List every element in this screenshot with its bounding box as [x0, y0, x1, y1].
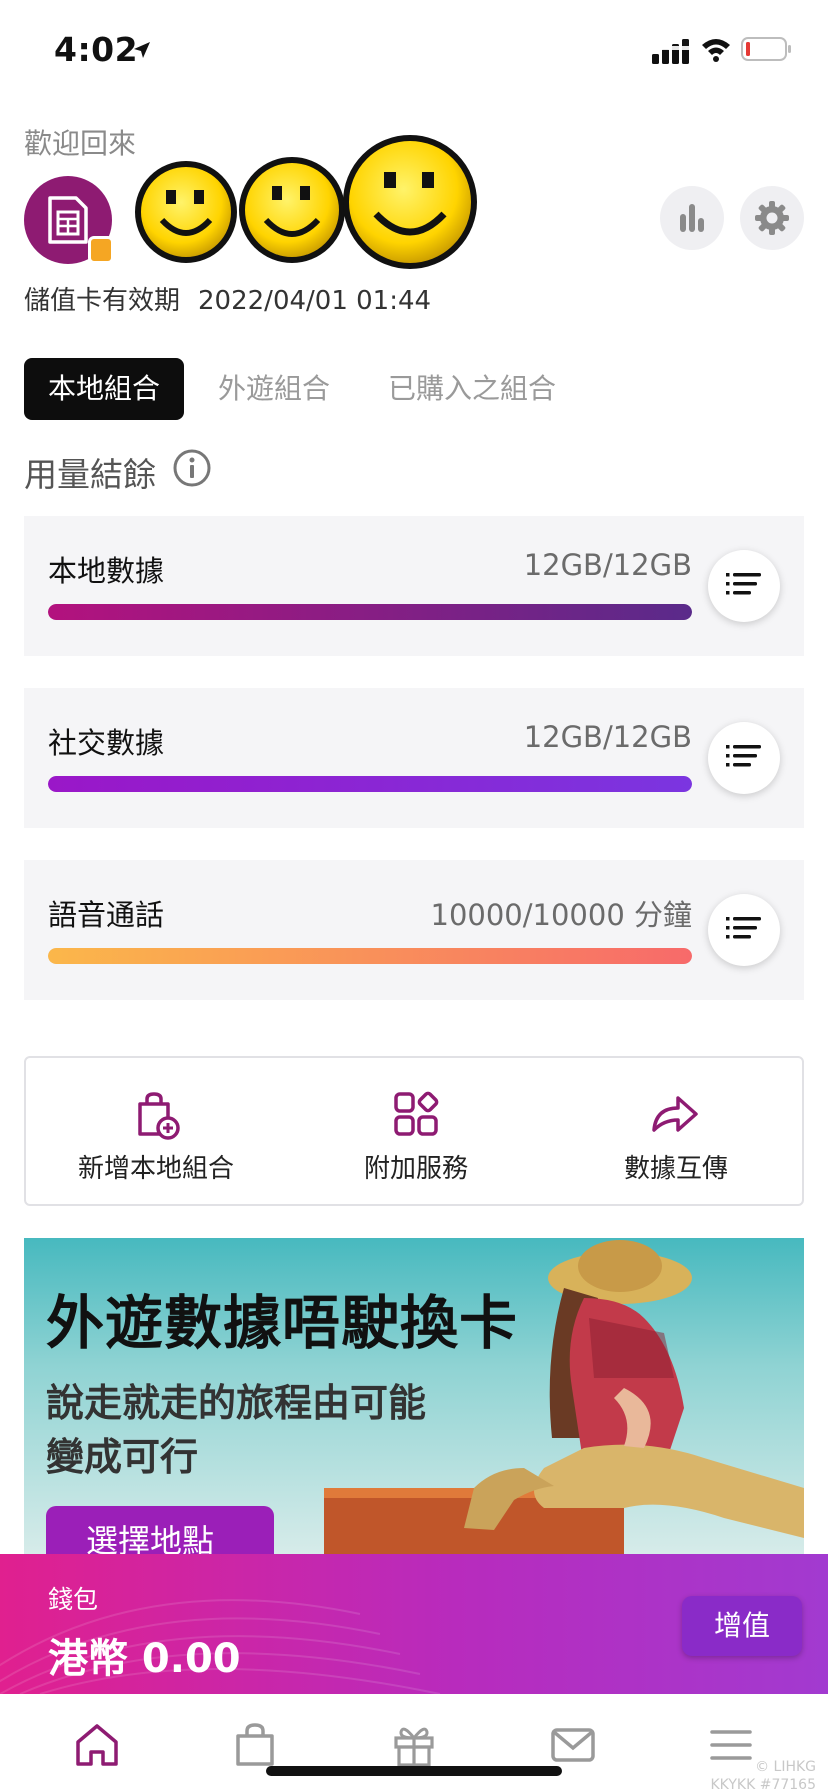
share-arrow-icon	[652, 1096, 698, 1132]
data-transfer-button[interactable]: 數據互傳	[546, 1058, 806, 1204]
banner-subtitle-line2: 變成可行	[46, 1435, 199, 1479]
usage-section-title: 用量結餘	[24, 455, 156, 494]
signal-icon	[652, 39, 690, 64]
gear-icon	[755, 201, 789, 235]
usage-value: 12GB/12GB	[523, 720, 692, 754]
wifi-icon	[702, 39, 730, 62]
battery-low-icon	[741, 37, 791, 61]
add-local-plan-button[interactable]: 新增本地組合	[26, 1058, 286, 1204]
usage-value: 10000/10000 分鐘	[430, 898, 693, 932]
usage-detail-button[interactable]	[708, 894, 780, 966]
smiley-name-graphic	[135, 135, 477, 269]
usage-name: 社交數據	[48, 726, 165, 760]
usage-name: 本地數據	[48, 554, 165, 588]
banner-subtitle-line1: 說走就走的旅程由可能	[46, 1381, 427, 1425]
gift-icon[interactable]	[389, 1720, 439, 1770]
wallet-bar: 錢包 港幣 0.00 增值	[0, 1554, 828, 1694]
apps-grid-icon	[394, 1091, 439, 1136]
expiry-date: 2022/04/01 01:44	[198, 286, 432, 316]
usage-progress-bar	[48, 776, 692, 792]
usage-card-social-data: 社交數據 12GB/12GB	[24, 688, 804, 828]
action-label: 數據互傳	[623, 1154, 728, 1184]
banner-title: 外遊數據唔駛換卡	[46, 1289, 519, 1357]
usage-progress-fill	[48, 776, 692, 792]
list-icon	[726, 573, 761, 595]
usage-detail-button[interactable]	[708, 550, 780, 622]
usage-progress-bar	[48, 604, 692, 620]
status-time: 4:02	[54, 30, 139, 69]
status-bar: 4:02	[0, 0, 828, 100]
watermark: © LIHKG KKYKK #77165	[696, 1758, 817, 1792]
home-indicator	[266, 1766, 562, 1776]
roaming-promo-banner[interactable]: 外遊數據唔駛換卡 說走就走的旅程由可能 變成可行 選擇地點	[24, 1238, 804, 1558]
mail-icon[interactable]	[548, 1720, 598, 1770]
top-up-button[interactable]: 增值	[682, 1596, 802, 1656]
home-icon[interactable]	[72, 1720, 122, 1770]
action-label: 新增本地組合	[77, 1154, 234, 1184]
wallet-label: 錢包	[48, 1585, 99, 1614]
sim-badge-icon	[88, 236, 114, 264]
expiry-label: 儲值卡有效期	[24, 286, 181, 316]
usage-name: 語音通話	[48, 898, 165, 932]
location-arrow-icon	[134, 42, 150, 58]
shopping-bag-icon[interactable]	[230, 1720, 280, 1770]
usage-progress-fill	[48, 948, 692, 964]
add-on-services-button[interactable]: 附加服務	[286, 1058, 546, 1204]
watermark-line2: KKYKK #77165	[710, 1777, 817, 1792]
add-bag-icon	[138, 1092, 180, 1140]
welcome-text: 歡迎回來	[24, 127, 137, 160]
list-icon	[726, 917, 761, 939]
usage-progress-fill	[48, 604, 692, 620]
stats-icon	[680, 204, 704, 232]
wallet-balance: 港幣 0.00	[48, 1636, 241, 1682]
settings-button[interactable]	[740, 186, 804, 250]
action-label: 附加服務	[363, 1154, 468, 1184]
tab-roaming-plans[interactable]: 外遊組合	[194, 358, 354, 420]
usage-value: 12GB/12GB	[523, 548, 692, 582]
usage-detail-button[interactable]	[708, 722, 780, 794]
quick-actions: 新增本地組合 附加服務 數據互傳	[24, 1056, 804, 1206]
usage-card-local-data: 本地數據 12GB/12GB	[24, 516, 804, 656]
tab-purchased-plans[interactable]: 已購入之組合	[364, 358, 580, 420]
usage-progress-bar	[48, 948, 692, 964]
stats-button[interactable]	[660, 186, 724, 250]
choose-destination-button[interactable]: 選擇地點	[46, 1506, 274, 1558]
info-icon[interactable]	[172, 448, 212, 488]
watermark-line1: © LIHKG	[755, 1759, 816, 1775]
usage-card-voice: 語音通話 10000/10000 分鐘	[24, 860, 804, 1000]
tab-local-plans[interactable]: 本地組合	[24, 358, 185, 420]
list-icon	[726, 745, 761, 767]
expiry-info: 儲值卡有效期 2022/04/01 01:44	[24, 280, 431, 317]
plan-tabs: 本地組合 外遊組合 已購入之組合	[24, 358, 590, 420]
